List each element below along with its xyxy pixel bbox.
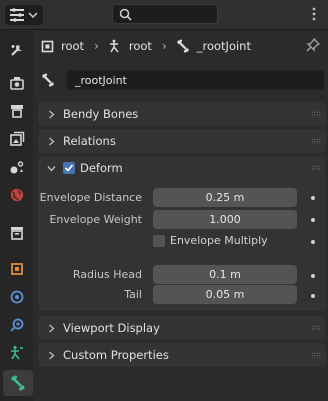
breadcrumb: root › root › _rootJoint bbox=[33, 30, 328, 62]
breadcrumb-object-label: root bbox=[61, 39, 85, 53]
keyframe-dot-icon[interactable] bbox=[311, 294, 315, 298]
bone-icon bbox=[177, 39, 189, 53]
tab-world[interactable] bbox=[4, 182, 30, 208]
breadcrumb-separator-icon: › bbox=[161, 39, 167, 53]
armature-icon bbox=[109, 39, 119, 53]
panel-header-deform[interactable]: Deform bbox=[38, 156, 326, 180]
envelope-multiply-toggle[interactable]: Envelope Multiply bbox=[153, 234, 268, 247]
panel-title: Bendy Bones bbox=[63, 107, 139, 121]
panel-title: Viewport Display bbox=[63, 321, 160, 335]
radius-tail-label: Tail bbox=[124, 288, 142, 301]
radius-head-field[interactable]: 0.1 m bbox=[153, 265, 297, 284]
radius-head-label: Radius Head bbox=[72, 268, 142, 281]
chevron-down-icon bbox=[28, 12, 38, 19]
breadcrumb-armature[interactable]: root bbox=[108, 39, 152, 53]
chevron-right-icon bbox=[49, 323, 55, 333]
properties-icon bbox=[10, 8, 24, 22]
keyframe-dot-icon[interactable] bbox=[311, 240, 315, 244]
envelope-multiply-label: Envelope Multiply bbox=[170, 234, 268, 247]
chevron-right-icon bbox=[49, 350, 55, 360]
tool-icon bbox=[11, 45, 22, 56]
tab-object[interactable] bbox=[4, 256, 30, 282]
bone-name-field[interactable]: _rootJoint bbox=[67, 70, 324, 90]
keyframe-dot-icon[interactable] bbox=[311, 218, 315, 222]
envelope-multiply-checkbox[interactable] bbox=[153, 234, 165, 247]
panel-relations[interactable]: Relations bbox=[38, 129, 326, 153]
checkmark-icon bbox=[64, 164, 74, 172]
breadcrumb-bone[interactable]: _rootJoint bbox=[176, 39, 251, 53]
envelope-weight-label: Envelope Weight bbox=[49, 213, 142, 226]
drag-handle-icon[interactable] bbox=[311, 352, 321, 358]
tab-bone[interactable] bbox=[3, 370, 33, 396]
tab-output[interactable] bbox=[4, 98, 30, 124]
tab-collection[interactable] bbox=[4, 220, 30, 246]
drag-handle-icon[interactable] bbox=[311, 165, 321, 171]
envelope-weight-field[interactable]: 1.000 bbox=[153, 210, 297, 229]
world-icon bbox=[10, 188, 24, 202]
armature-data-icon bbox=[11, 345, 23, 360]
tab-tool[interactable] bbox=[4, 37, 30, 63]
radius-tail-field[interactable]: 0.05 m bbox=[153, 285, 297, 304]
panel-header-custom-properties[interactable]: Custom Properties bbox=[38, 343, 326, 367]
tab-render[interactable] bbox=[4, 70, 30, 96]
properties-header bbox=[0, 0, 328, 30]
modifier-icon bbox=[10, 290, 24, 304]
tab-scene[interactable] bbox=[4, 154, 30, 180]
properties-main: root › root › _rootJoint _rootJoint Bend… bbox=[33, 30, 328, 401]
panel-title: Custom Properties bbox=[63, 348, 169, 362]
object-icon bbox=[11, 263, 23, 275]
chevron-down-icon bbox=[47, 165, 56, 172]
bone-icon bbox=[11, 375, 25, 391]
render-icon bbox=[10, 77, 24, 90]
pin-icon[interactable] bbox=[306, 38, 320, 52]
drag-handle-icon[interactable] bbox=[311, 325, 321, 331]
panel-title: Deform bbox=[80, 161, 123, 175]
tab-physics[interactable] bbox=[4, 312, 30, 338]
keyframe-dot-icon[interactable] bbox=[311, 196, 315, 200]
panel-title: Relations bbox=[63, 134, 116, 148]
view-layer-icon bbox=[10, 131, 25, 146]
breadcrumb-separator-icon: › bbox=[94, 39, 99, 53]
breadcrumb-object[interactable]: root bbox=[41, 39, 84, 53]
breadcrumb-armature-label: root bbox=[128, 39, 152, 53]
panel-bendy-bones[interactable]: Bendy Bones bbox=[38, 102, 326, 126]
scene-icon bbox=[10, 161, 24, 174]
bone-icon bbox=[42, 73, 54, 87]
drag-handle-icon[interactable] bbox=[311, 138, 321, 144]
panel-header-bendy-bones[interactable]: Bendy Bones bbox=[38, 102, 326, 126]
collection-icon bbox=[11, 227, 23, 240]
envelope-distance-label: Envelope Distance bbox=[39, 191, 142, 204]
search-input[interactable] bbox=[112, 4, 218, 24]
physics-icon bbox=[10, 318, 24, 332]
panel-viewport-display[interactable]: Viewport Display bbox=[38, 316, 326, 340]
properties-tab-bar bbox=[0, 30, 33, 401]
object-icon bbox=[41, 40, 54, 52]
keyframe-dot-icon[interactable] bbox=[311, 274, 315, 278]
editor-type-button[interactable] bbox=[5, 5, 43, 25]
envelope-distance-field[interactable]: 0.25 m bbox=[153, 188, 297, 207]
output-icon bbox=[11, 105, 23, 118]
tab-armature-data[interactable] bbox=[4, 340, 30, 366]
chevron-right-icon bbox=[49, 136, 55, 146]
options-menu-icon[interactable] bbox=[307, 6, 321, 22]
search-icon bbox=[119, 8, 132, 21]
tab-view-layer[interactable] bbox=[4, 126, 30, 152]
deform-checkbox[interactable] bbox=[63, 162, 75, 174]
panel-header-relations[interactable]: Relations bbox=[38, 129, 326, 153]
panel-custom-properties[interactable]: Custom Properties bbox=[38, 343, 326, 367]
tab-modifier[interactable] bbox=[4, 284, 30, 310]
panel-deform: Deform Envelope Distance 0.25 m Envelope… bbox=[38, 156, 326, 311]
panel-header-viewport-display[interactable]: Viewport Display bbox=[38, 316, 326, 340]
breadcrumb-bone-label: _rootJoint bbox=[196, 39, 251, 53]
drag-handle-icon[interactable] bbox=[311, 111, 321, 117]
bone-name-row: _rootJoint bbox=[33, 68, 328, 92]
chevron-right-icon bbox=[49, 109, 55, 119]
